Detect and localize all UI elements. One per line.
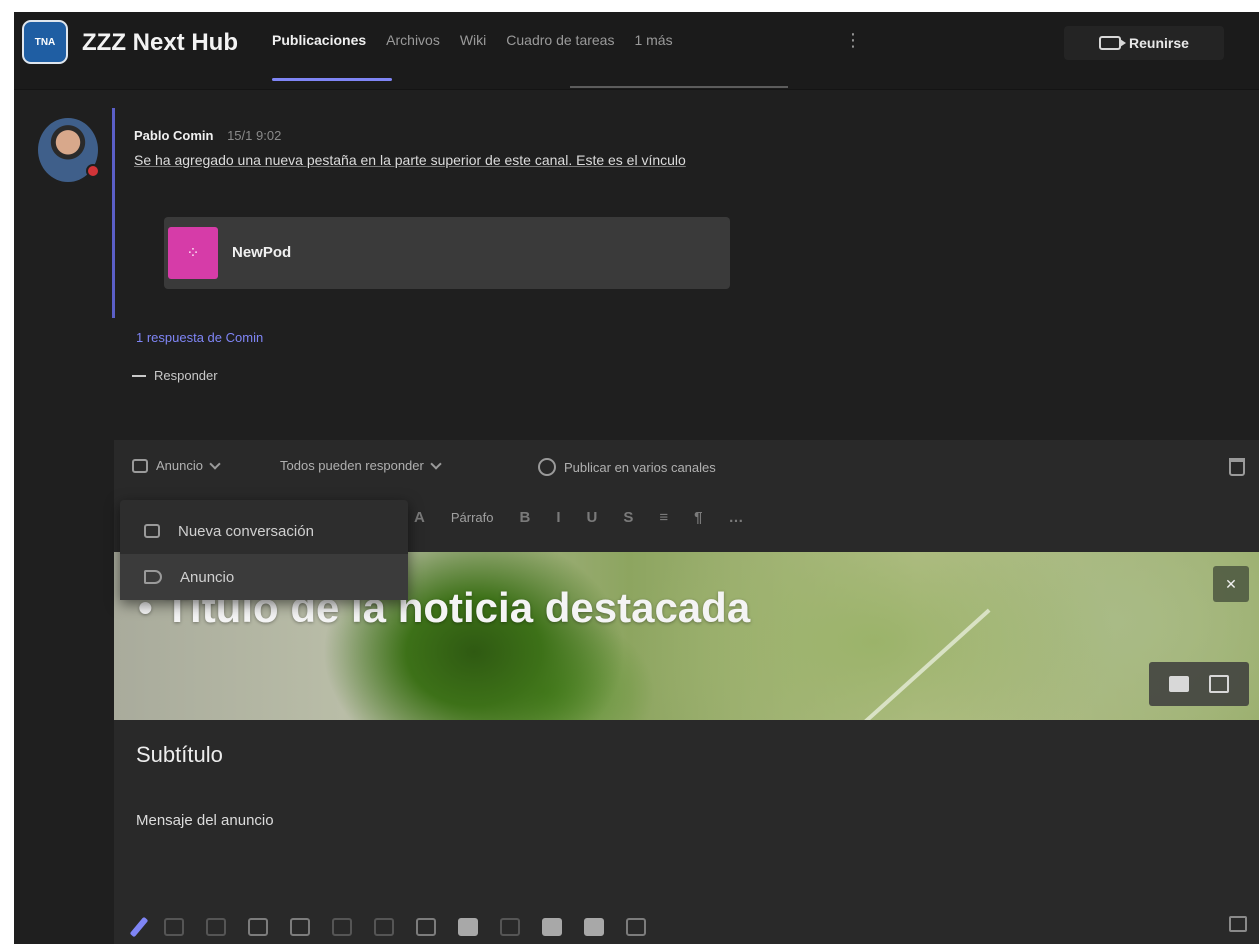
delete-icon[interactable] [1229, 458, 1245, 476]
post-body: Se ha agregado una nueva pestaña en la p… [134, 152, 686, 168]
more-apps-icon[interactable] [626, 918, 646, 936]
card-title: NewPod [232, 244, 292, 261]
teams-window: TNA ZZZ Next Hub Publicaciones Archivos … [14, 12, 1259, 944]
menu-item-new-conversation[interactable]: Nueva conversación [120, 508, 408, 554]
reply-permission-selector[interactable]: Todos pueden responder [280, 457, 442, 473]
conversation-icon [144, 524, 160, 538]
chevron-down-icon [430, 457, 442, 470]
subtitle-input[interactable]: Subtítulo [136, 742, 223, 768]
channels-icon [538, 458, 556, 476]
reply-permission-label: Todos pueden responder [280, 458, 424, 473]
format-icon[interactable] [129, 916, 149, 938]
sticker-icon[interactable] [290, 918, 310, 936]
team-logo[interactable]: TNA [22, 20, 68, 64]
tab-divider [570, 86, 788, 88]
banner-image-detail [861, 608, 991, 720]
post-type-label: Anuncio [156, 458, 203, 473]
attach-icon[interactable] [164, 918, 184, 936]
menu-item-label: Anuncio [180, 568, 235, 586]
stream-icon[interactable] [584, 918, 604, 936]
folder-icon[interactable] [1169, 676, 1189, 692]
send-icon[interactable] [1229, 916, 1247, 932]
compose-extensions-bar [129, 916, 646, 938]
strikethrough-button[interactable]: S [623, 509, 633, 526]
more-formatting-button[interactable]: … [728, 509, 743, 526]
post-type-menu: Nueva conversación Anuncio [120, 500, 408, 600]
approvals-icon[interactable] [458, 918, 478, 936]
formatting-toolbar: A Párrafo B I U S ≡ ¶ … [414, 500, 743, 534]
menu-item-label: Nueva conversación [178, 522, 314, 540]
post-author[interactable]: Pablo Comin [134, 128, 213, 143]
tab-publicaciones[interactable]: Publicaciones [272, 32, 366, 48]
thread-accent-bar [112, 108, 115, 318]
insights-icon[interactable] [542, 918, 562, 936]
menu-item-announcement[interactable]: Anuncio [120, 554, 408, 600]
font-color-button[interactable]: A [414, 509, 425, 526]
post-timestamp: 15/1 9:02 [227, 128, 282, 143]
list-button[interactable]: ≡ [659, 509, 668, 526]
tab-more[interactable]: 1 más [634, 32, 672, 48]
bold-button[interactable]: B [519, 509, 530, 526]
chevron-down-icon [209, 457, 221, 470]
post-multiple-channels-label: Publicar en varios canales [564, 459, 716, 475]
post-type-selector[interactable]: Anuncio [132, 457, 221, 473]
channel-tabs: Publicaciones Archivos Wiki Cuadro de ta… [272, 32, 673, 48]
underline-button[interactable]: U [587, 509, 598, 526]
tab-wiki[interactable]: Wiki [460, 32, 486, 48]
meet-now-icon[interactable] [332, 918, 352, 936]
post-multiple-channels-button[interactable]: Publicar en varios canales [538, 458, 716, 476]
active-tab-indicator [272, 78, 392, 81]
italic-button[interactable]: I [556, 509, 560, 526]
praise-icon[interactable] [374, 918, 394, 936]
paragraph-style-select[interactable]: Párrafo [451, 510, 494, 525]
tab-link-card[interactable]: ⁘ NewPod [164, 217, 730, 289]
megaphone-icon [144, 570, 162, 584]
reply-button[interactable]: Responder [132, 368, 218, 383]
gif-icon[interactable] [248, 918, 268, 936]
tab-cuadro-de-tareas[interactable]: Cuadro de tareas [506, 32, 614, 48]
replies-link[interactable]: 1 respuesta de Comin [136, 330, 263, 345]
composer-options-bar: Anuncio Todos pueden responder Publicar … [114, 440, 1259, 492]
post-header: Pablo Comin 15/1 9:02 [134, 128, 281, 143]
paragraph-button[interactable]: ¶ [694, 509, 702, 526]
loop-icon[interactable] [416, 918, 436, 936]
emoji-icon[interactable] [206, 918, 226, 936]
post-type-icon [132, 458, 148, 473]
video-camera-icon [1099, 36, 1127, 50]
reply-icon [132, 374, 146, 377]
meet-button-label: Reunirse [1129, 35, 1189, 51]
more-options-icon[interactable]: ⋮ [844, 30, 862, 51]
presence-busy-icon [86, 164, 100, 178]
forms-icon[interactable] [500, 918, 520, 936]
app-icon: ⁘ [168, 227, 218, 279]
channel-header: TNA ZZZ Next Hub Publicaciones Archivos … [14, 12, 1259, 90]
team-name: ZZZ Next Hub [82, 29, 238, 56]
meet-button[interactable]: Reunirse [1064, 26, 1224, 60]
tab-archivos[interactable]: Archivos [386, 32, 440, 48]
reply-label: Responder [154, 368, 218, 383]
image-icon[interactable] [1209, 675, 1229, 693]
banner-image-actions [1149, 662, 1249, 706]
message-input[interactable]: Mensaje del anuncio [136, 812, 274, 829]
banner-remove-button[interactable]: ✕ [1213, 566, 1249, 602]
